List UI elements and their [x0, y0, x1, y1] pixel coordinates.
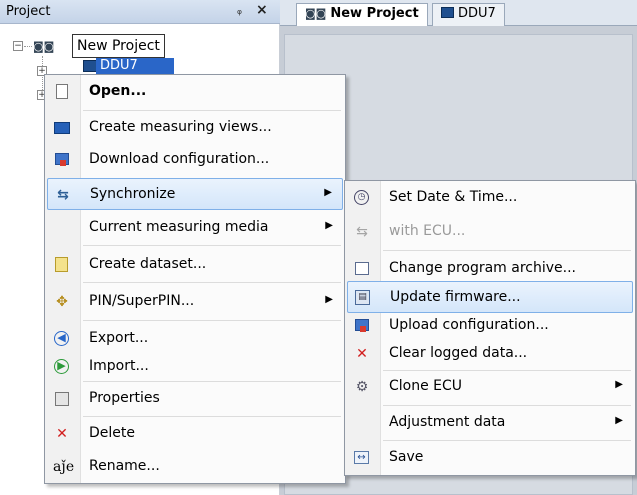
project-icon: ◙◙ — [33, 40, 55, 53]
menu-item-download-configuration[interactable]: Download configuration... — [47, 144, 343, 176]
menu-item-synchronize[interactable]: ⇆ Synchronize ▶ — [47, 178, 343, 210]
submenu-arrow-icon: ▶ — [615, 379, 623, 390]
device-icon — [441, 7, 454, 18]
tab-ddu7[interactable]: DDU7 — [432, 3, 505, 26]
menu-item-label: Properties — [89, 390, 160, 406]
pin-icon[interactable]: ᵩ — [237, 3, 242, 17]
menu-item-set-date-time[interactable]: ◷ Set Date & Time... — [347, 182, 633, 214]
delete-icon: ✕ — [56, 426, 68, 442]
menu-item-import[interactable]: ▶ Import... — [47, 351, 343, 383]
menu-item-pin-superpin[interactable]: ✥ PIN/SuperPIN... ▶ — [47, 286, 343, 318]
menu-item-adjustment-data[interactable]: Adjustment data ▶ — [347, 407, 633, 439]
clock-icon: ◷ — [353, 189, 371, 207]
document-icon — [53, 83, 71, 101]
clear-icon: ✕ — [356, 346, 368, 362]
menu-item-label: Open... — [89, 83, 147, 99]
menu-item-clear-logged-data[interactable]: ✕ Clear logged data... — [347, 338, 633, 370]
menu-item-open[interactable]: Open... — [47, 76, 343, 108]
menu-item-label: Import... — [89, 358, 149, 374]
clone-icon: ⚙ — [355, 379, 369, 395]
menu-item-create-measuring-views[interactable]: Create measuring views... — [47, 112, 343, 144]
tree-collapse-toggle[interactable]: − — [13, 41, 23, 51]
menu-item-label: Create dataset... — [89, 256, 207, 272]
tab-label: DDU7 — [458, 6, 496, 21]
menu-item-label: Delete — [89, 425, 135, 441]
menu-item-label: Update firmware... — [390, 289, 521, 305]
menu-item-label: Set Date & Time... — [389, 189, 518, 205]
menu-separator — [83, 320, 341, 321]
menu-item-label: Export... — [89, 330, 149, 346]
menu-item-label: Download configuration... — [89, 151, 270, 167]
project-icon: ◙◙ — [305, 7, 327, 20]
submenu-arrow-icon: ▶ — [325, 220, 333, 231]
menu-item-label: Create measuring views... — [89, 119, 272, 135]
menu-item-properties[interactable]: Properties — [47, 383, 343, 415]
menu-item-label: Adjustment data — [389, 414, 506, 430]
ecu-sync-icon: ⇆ — [356, 224, 368, 240]
menu-separator — [83, 245, 341, 246]
measuring-view-icon — [53, 119, 71, 137]
menu-item-rename[interactable]: aǰe Rename... — [47, 451, 343, 483]
device-icon — [83, 60, 97, 72]
menu-item-delete[interactable]: ✕ Delete — [47, 418, 343, 450]
download-icon — [53, 151, 71, 169]
dataset-icon — [53, 256, 71, 274]
export-icon: ◀ — [53, 330, 71, 348]
submenu-arrow-icon: ▶ — [324, 187, 332, 198]
menu-item-label: with ECU... — [389, 223, 466, 239]
menu-separator — [83, 110, 341, 111]
menu-item-clone-ecu[interactable]: ⚙ Clone ECU ▶ — [347, 371, 633, 403]
menu-separator — [83, 416, 341, 417]
archive-icon — [353, 260, 371, 278]
properties-icon — [53, 390, 71, 408]
close-icon[interactable]: × — [256, 2, 268, 18]
project-panel-header: Project ᵩ × — [0, 0, 280, 24]
pin-icon: ✥ — [56, 294, 68, 310]
menu-item-label: Rename... — [89, 458, 160, 474]
menu-item-with-ecu: ⇆ with ECU... — [347, 216, 633, 248]
tab-label: New Project — [330, 6, 419, 21]
menu-separator — [83, 381, 341, 382]
tree-item-project[interactable]: New Project — [72, 34, 165, 58]
rename-icon: aǰe — [53, 459, 75, 475]
menu-item-label: Change program archive... — [389, 260, 576, 276]
menu-item-label: PIN/SuperPIN... — [89, 293, 195, 309]
save-icon: ↔ — [353, 449, 371, 467]
import-icon: ▶ — [53, 358, 71, 376]
menu-item-label: Clear logged data... — [389, 345, 528, 361]
synchronize-submenu: ◷ Set Date & Time... ⇆ with ECU... Chang… — [344, 180, 636, 476]
firmware-icon: ▤ — [354, 289, 372, 307]
submenu-arrow-icon: ▶ — [615, 415, 623, 426]
menu-item-update-firmware[interactable]: ▤ Update firmware... — [347, 281, 633, 313]
tree-connector — [24, 46, 32, 47]
menu-separator — [383, 440, 631, 441]
panel-title: Project — [6, 4, 51, 19]
menu-item-label: Current measuring media — [89, 219, 269, 235]
menu-item-create-dataset[interactable]: Create dataset... — [47, 249, 343, 281]
upload-icon — [353, 317, 371, 335]
menu-item-label: Save — [389, 449, 424, 465]
menu-item-label: Synchronize — [90, 186, 176, 202]
menu-item-save[interactable]: ↔ Save — [347, 442, 633, 474]
menu-separator — [383, 250, 631, 251]
menu-separator — [83, 282, 341, 283]
menu-item-current-measuring-media[interactable]: Current measuring media ▶ — [47, 212, 343, 244]
synchronize-icon: ⇆ — [57, 187, 69, 203]
menu-item-label: Clone ECU — [389, 378, 463, 394]
document-tabstrip: ◙◙ New Project DDU7 — [280, 0, 637, 26]
tab-new-project[interactable]: ◙◙ New Project — [296, 3, 428, 26]
context-menu: Open... Create measuring views... Downlo… — [44, 74, 346, 484]
tree-item-device[interactable]: DDU7 — [96, 58, 174, 74]
submenu-arrow-icon: ▶ — [325, 294, 333, 305]
menu-item-label: Upload configuration... — [389, 317, 549, 333]
menu-separator — [383, 405, 631, 406]
